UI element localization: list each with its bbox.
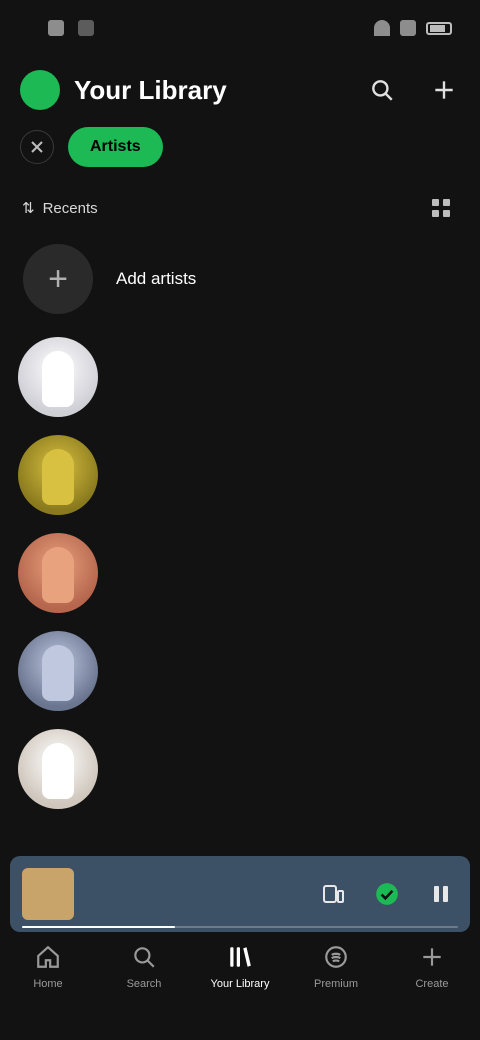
nav-search[interactable]: Search [104,942,184,990]
connect-device-button[interactable] [316,877,350,911]
library-header: Your Library [0,62,480,118]
nav-home[interactable]: Home [8,942,88,990]
filter-chips: Artists [0,122,480,172]
nav-create-label: Create [415,978,449,990]
artist-image [18,435,98,515]
add-artists-row[interactable]: + Add artists [0,230,480,328]
battery-icon [426,21,452,35]
library-icon [230,947,251,967]
nav-search-label: Search [126,978,162,990]
artist-image [18,533,98,613]
search-icon [134,947,155,968]
status-right [374,20,452,36]
plus-icon [435,81,453,99]
list-item[interactable] [0,720,480,818]
plus-icon [423,948,441,966]
home-icon [37,945,59,968]
add-button[interactable] [428,74,460,106]
grid-icon [432,199,450,217]
list-item[interactable] [0,426,480,524]
mini-player[interactable] [10,856,470,932]
now-playing-artwork [22,868,74,920]
playback-progress-fill [22,926,175,928]
nav-library[interactable]: Your Library [200,942,280,990]
bottom-navigation: Home Search Your Library Premium Create [0,936,480,1040]
artist-figure [42,351,74,407]
artist-figure [42,645,74,701]
added-to-library-button[interactable] [370,877,404,911]
app-icon [78,20,94,36]
add-artists-thumb: + [18,239,98,319]
header-actions [366,74,460,106]
search-icon [372,80,393,101]
pause-button[interactable] [424,877,458,911]
page-title: Your Library [74,74,227,105]
list-item[interactable] [0,622,480,720]
nav-create[interactable]: Create [392,942,472,990]
mini-player-actions [316,877,458,911]
status-bar [0,0,480,56]
search-button[interactable] [366,74,398,106]
notification-icon [48,20,64,36]
artist-image [18,631,98,711]
wifi-icon [374,20,390,36]
signal-icon [400,20,416,36]
status-left [34,20,94,36]
nav-premium-label: Premium [313,978,358,990]
nav-premium[interactable]: Premium [296,942,376,990]
now-playing-text [86,892,316,896]
artist-image [18,729,98,809]
devices-icon [323,885,344,903]
close-icon [31,141,43,153]
check-circle-icon [376,883,398,905]
artist-figure [42,547,74,603]
add-artists-label: Add artists [116,269,197,288]
plus-icon: + [23,244,93,314]
playback-progress [22,926,458,928]
nav-library-label: Your Library [210,978,270,990]
artist-image [18,337,98,417]
sort-label: Recents [42,199,98,217]
list-item[interactable] [0,328,480,426]
sort-button[interactable]: ⇅ Recents [22,199,98,218]
nav-home-label: Home [33,978,63,990]
premium-icon [325,946,347,968]
sort-arrows-icon: ⇅ [22,200,35,217]
pause-icon [434,886,448,902]
artist-figure [42,449,74,505]
library-list: + Add artists [0,230,480,818]
clear-filter-button[interactable] [20,130,54,164]
list-item[interactable] [0,524,480,622]
view-toggle-button[interactable] [424,191,458,225]
sort-row: ⇅ Recents [0,186,480,230]
filter-chip-artists[interactable]: Artists [68,127,163,167]
artist-figure [42,743,74,799]
profile-avatar[interactable] [20,70,60,110]
